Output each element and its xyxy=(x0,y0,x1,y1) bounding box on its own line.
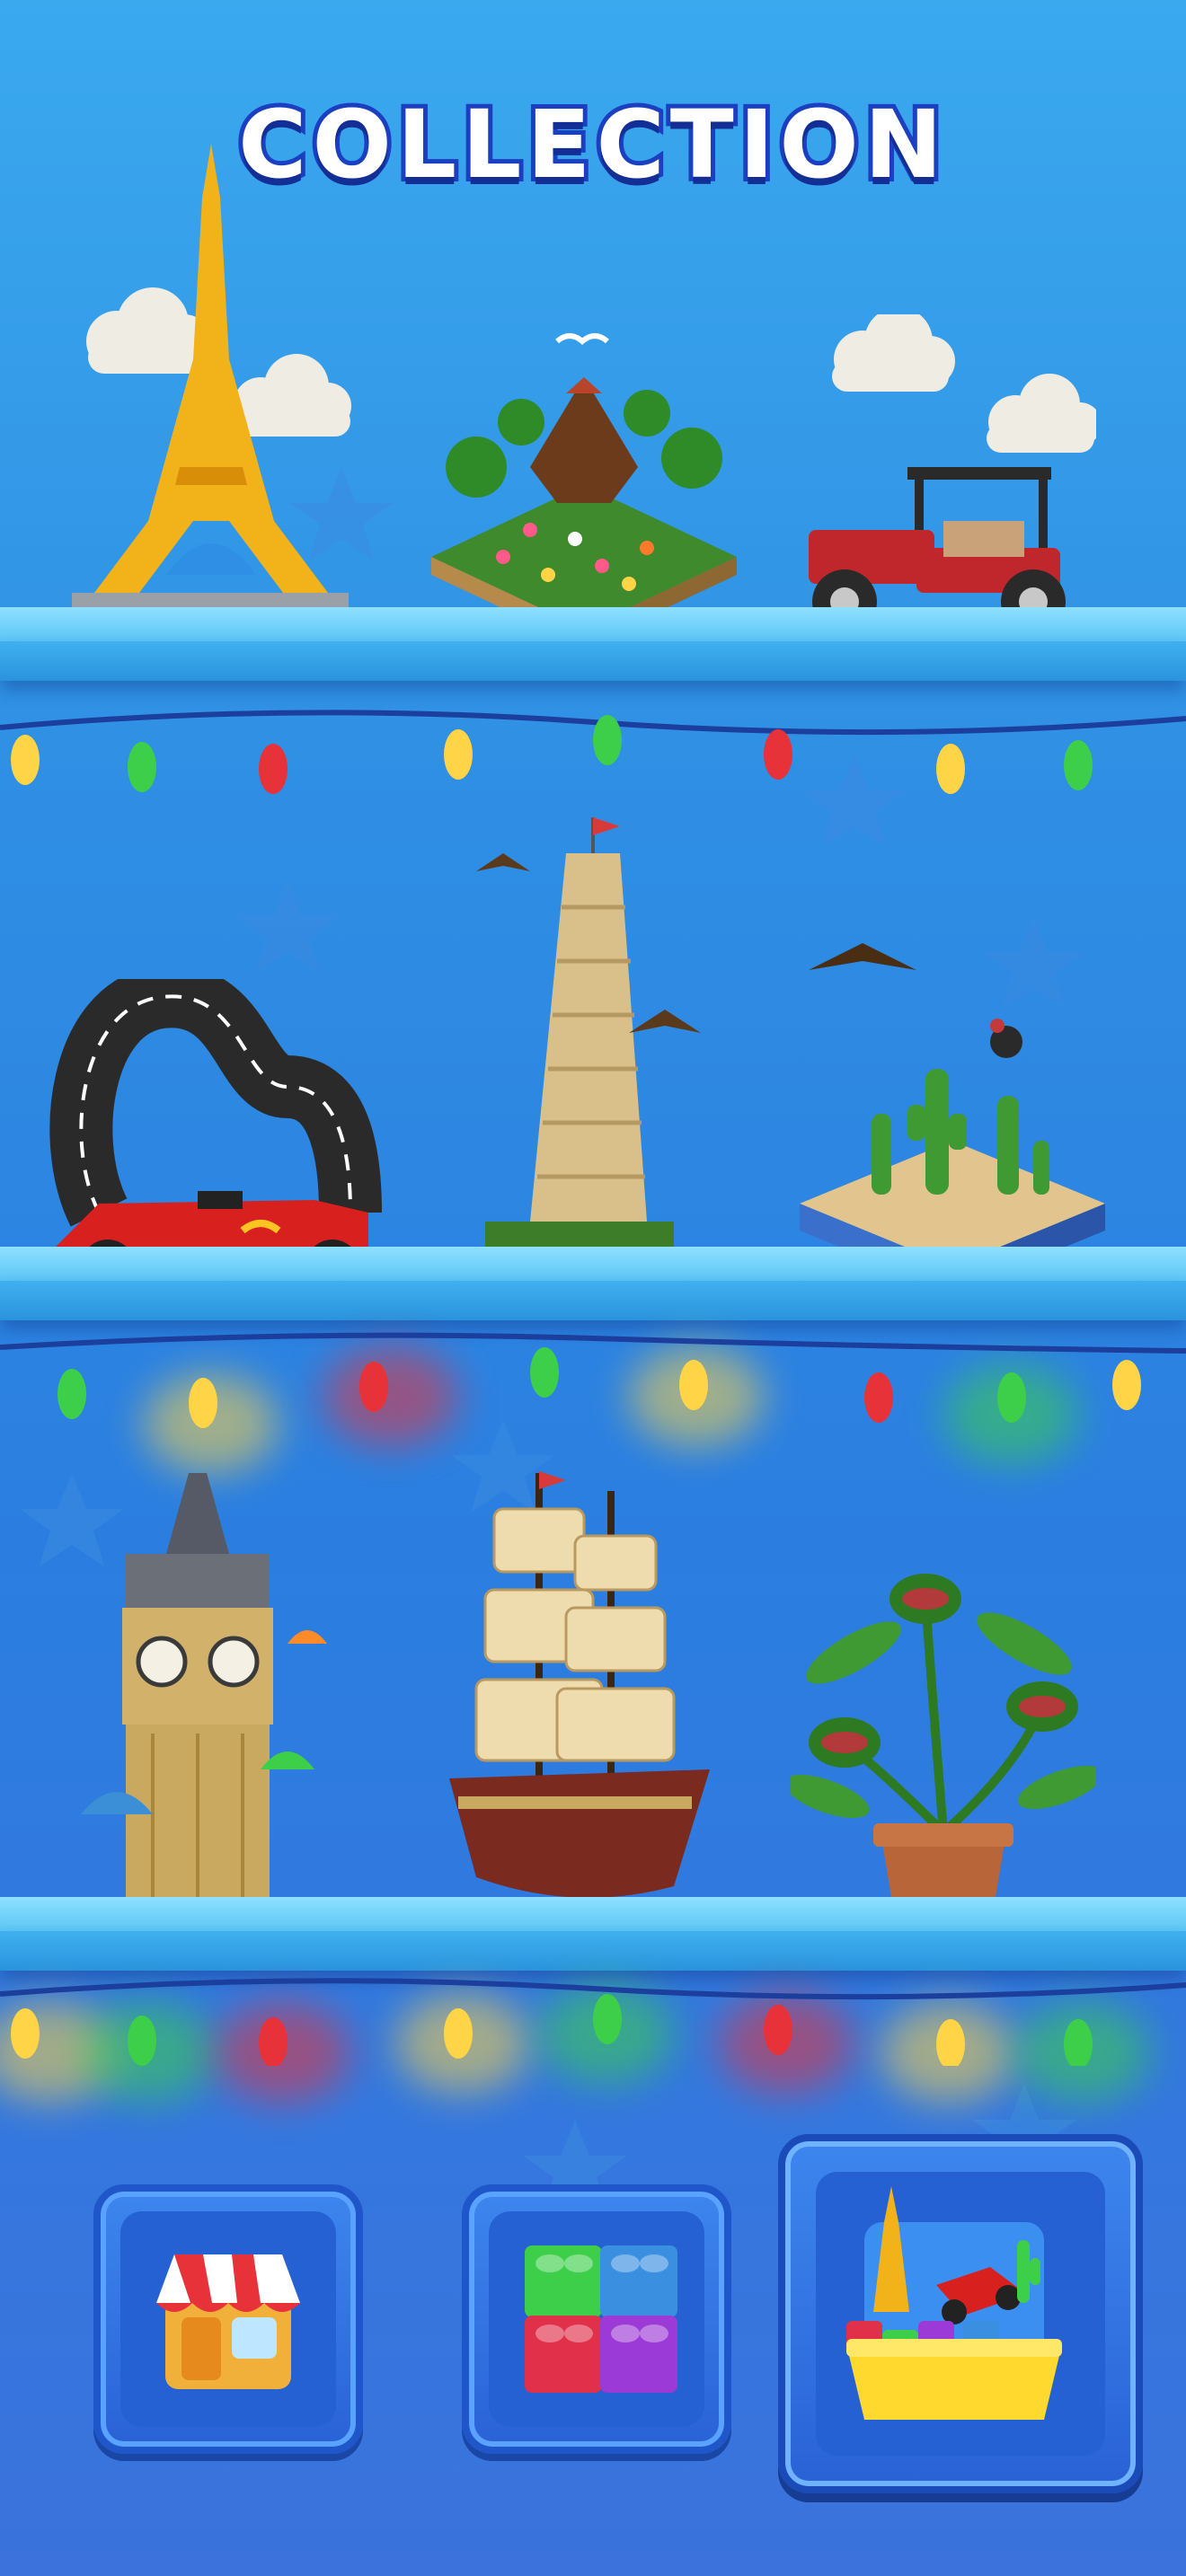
carnivorous-plant-model[interactable] xyxy=(791,1545,1096,1949)
volcano-island-model[interactable] xyxy=(422,287,746,647)
desert-cactus-model[interactable] xyxy=(791,934,1114,1293)
bricks-button[interactable] xyxy=(462,2184,731,2454)
collection-icon xyxy=(846,2186,1062,2420)
shelf-2-top xyxy=(0,1247,1186,1281)
pirate-ship-model[interactable] xyxy=(440,1455,728,1922)
shop-button[interactable] xyxy=(93,2184,363,2454)
bricks-icon xyxy=(525,2245,677,2393)
shelf-2-front xyxy=(0,1281,1186,1320)
shelf-1-top xyxy=(0,607,1186,641)
eiffel-tower-model[interactable] xyxy=(72,144,359,647)
shop-icon xyxy=(156,2254,300,2389)
string-lights-1 xyxy=(0,710,1186,794)
shelf-1-front xyxy=(0,641,1186,681)
vintage-car-model[interactable] xyxy=(791,314,1096,647)
shelf-3-top xyxy=(0,1897,1186,1931)
big-ben-model[interactable] xyxy=(72,1473,341,1940)
string-lights-2 xyxy=(0,1332,1186,1428)
string-lights-3 xyxy=(0,1978,1186,2066)
collection-button[interactable] xyxy=(778,2134,1143,2493)
leaning-tower-model[interactable] xyxy=(467,817,701,1284)
